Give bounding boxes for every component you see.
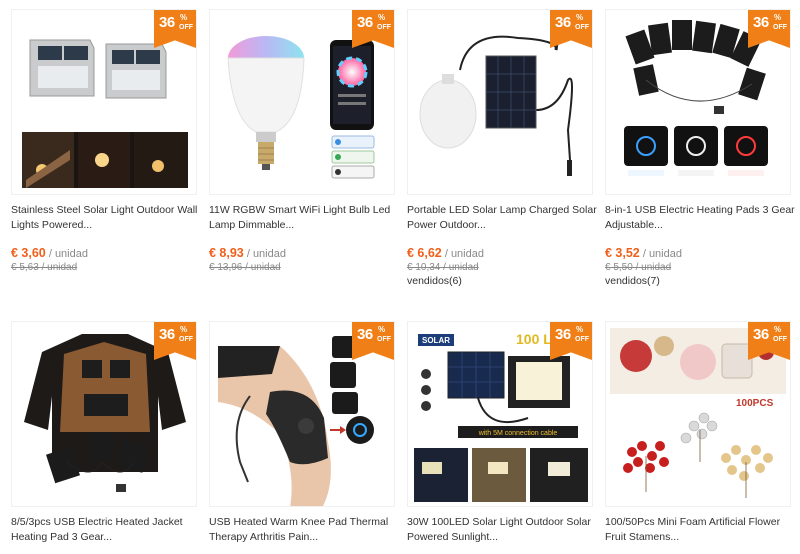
product-price: € 3,60 / unidad: [11, 246, 88, 260]
product-price: € 3,52 / unidad: [605, 246, 682, 260]
product-image[interactable]: 36 % OFF: [407, 9, 593, 195]
product-price: € 6,62 / unidad: [407, 246, 484, 260]
product-image[interactable]: 36 % OFF: [11, 321, 197, 507]
product-title[interactable]: 30W 100LED Solar Light Outdoor Solar Pow…: [407, 515, 599, 545]
product-title[interactable]: 8-in-1 USB Electric Heating Pads 3 Gear …: [605, 203, 797, 233]
price-amount: € 6,62: [407, 246, 442, 260]
sold-count: vendidos(6): [407, 275, 462, 287]
sold-count: vendidos(7): [605, 275, 660, 287]
original-price: € 5,63 / unidad: [11, 262, 78, 273]
price-unit: / unidad: [642, 248, 682, 260]
product-image[interactable]: 36 % OFF: [209, 321, 395, 507]
product-title[interactable]: 100/50Pcs Mini Foam Artificial Flower Fr…: [605, 515, 797, 545]
product-title[interactable]: 8/5/3pcs USB Electric Heated Jacket Heat…: [11, 515, 203, 545]
cable-label: with 5M connection cable: [478, 430, 558, 437]
pcs-label: 100PCS: [736, 398, 774, 409]
product-title[interactable]: Stainless Steel Solar Light Outdoor Wall…: [11, 203, 203, 233]
price-unit: / unidad: [48, 248, 88, 260]
product-image[interactable]: 36 % OFF: [11, 9, 197, 195]
product-title[interactable]: USB Heated Warm Knee Pad Thermal Therapy…: [209, 515, 401, 545]
product-title[interactable]: 11W RGBW Smart WiFi Light Bulb Led Lamp …: [209, 203, 401, 233]
product-image[interactable]: SOLAR 100 L with 5M connection cable 36 …: [407, 321, 593, 507]
price-amount: € 3,52: [605, 246, 640, 260]
price-unit: / unidad: [246, 248, 286, 260]
product-image[interactable]: 36 % OFF: [605, 9, 791, 195]
original-price: € 13,96 / unidad: [209, 262, 281, 273]
original-price: € 10,34 / unidad: [407, 262, 479, 273]
product-image[interactable]: 100PCS 36 % OFF: [605, 321, 791, 507]
product-price: € 8,93 / unidad: [209, 246, 286, 260]
original-price: € 5,50 / unidad: [605, 262, 672, 273]
led-label: 100 L: [516, 331, 552, 347]
price-amount: € 8,93: [209, 246, 244, 260]
price-unit: / unidad: [444, 248, 484, 260]
solar-label: SOLAR: [422, 336, 450, 345]
product-title[interactable]: Portable LED Solar Lamp Charged Solar Po…: [407, 203, 599, 233]
price-amount: € 3,60: [11, 246, 46, 260]
product-image[interactable]: 36 % OFF: [209, 9, 395, 195]
